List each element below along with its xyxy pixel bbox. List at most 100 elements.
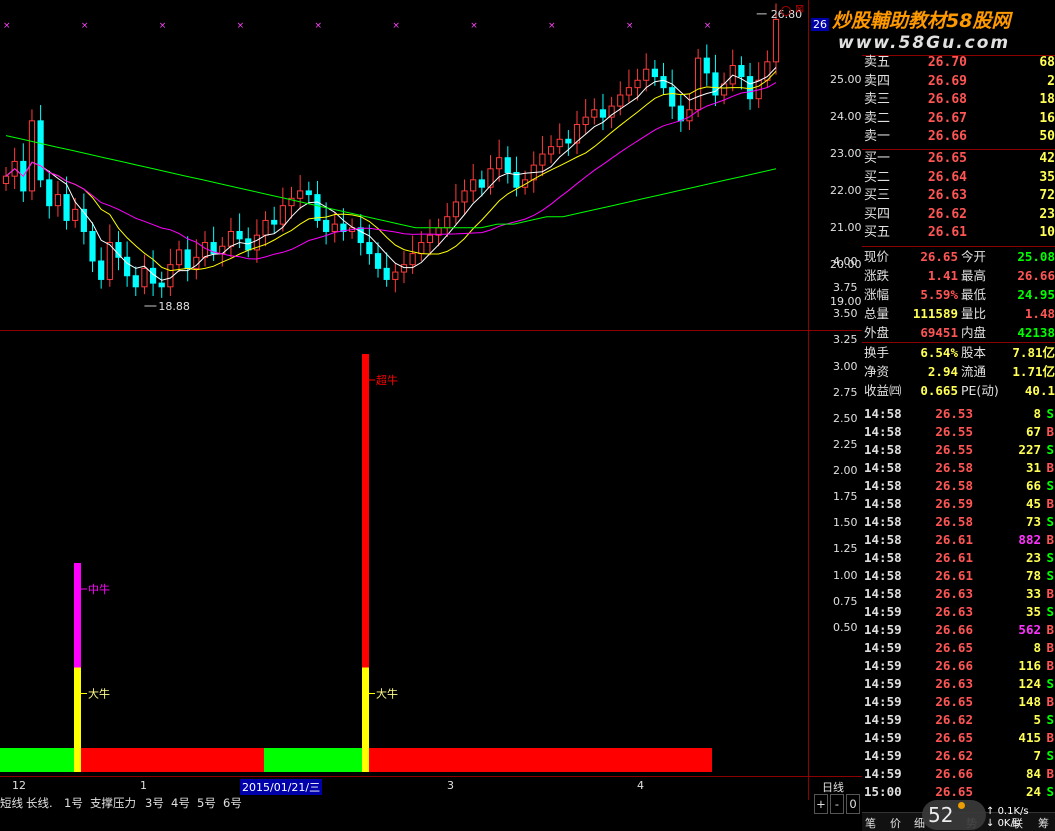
quote-row: 现价 26.65 今开 25.08 [862, 248, 1055, 266]
bid-level: 买三 [864, 188, 891, 203]
tick-row: 14:59 26.62 7 S [862, 747, 1055, 765]
candle-body [426, 234, 434, 244]
tick-price: 26.63 [935, 604, 973, 619]
tick-row: 14:59 26.63 124 S [862, 675, 1055, 693]
tick-price: 26.66 [935, 658, 973, 673]
reset-button[interactable]: 0 [846, 794, 860, 814]
tick-volume: 66 [1025, 478, 1041, 493]
tick-price: 26.61 [935, 568, 973, 583]
bid-volume: 35 [1039, 169, 1055, 185]
period-label[interactable]: 日线 [822, 779, 844, 795]
tick-volume: 31 [1025, 460, 1041, 475]
ask-row[interactable]: 卖二 26.67 16 [862, 110, 1055, 128]
candle-body [314, 194, 321, 221]
bid-row[interactable]: 买一 26.65 42 [862, 150, 1055, 168]
tick-side: B [1046, 694, 1054, 709]
cpu-badge: 52 [928, 803, 954, 827]
candle-body [444, 216, 451, 229]
bid-price: 26.65 [927, 151, 967, 166]
zoom-out-button[interactable]: - [830, 794, 844, 814]
signal-marker: × [314, 21, 322, 31]
candle-body [478, 179, 485, 188]
x-axis-line [0, 776, 862, 777]
ask-row[interactable]: 卖一 26.66 50 [862, 128, 1055, 146]
tab-6[interactable]: 6号 [223, 794, 242, 812]
signal-marker: × [3, 21, 11, 31]
candle-body [63, 194, 70, 221]
tick-side: B [1046, 640, 1054, 655]
tick-row: 14:58 26.55 227 S [862, 441, 1055, 459]
tab-4[interactable]: 4号 [171, 794, 190, 812]
bid-row[interactable]: 买三 26.63 72 [862, 187, 1055, 205]
tick-price: 26.65 [935, 730, 973, 745]
candle-body [132, 275, 139, 288]
quote-label: 最高 [961, 268, 987, 283]
ask-volume: 18 [1039, 92, 1055, 107]
tick-price: 26.59 [935, 496, 973, 511]
price-tick: 22.00 [830, 183, 862, 197]
signal-bar [74, 563, 81, 668]
ask-level: 卖五 [864, 55, 891, 70]
pane-divider[interactable] [0, 330, 862, 331]
ask-row[interactable]: 卖五 26.70 68 [862, 54, 1055, 72]
tab-support-resistance[interactable]: 支撑压力 [90, 794, 136, 812]
ask-volume: 2 [1047, 73, 1055, 89]
tick-volume: 84 [1025, 766, 1041, 781]
candle-body [72, 208, 79, 221]
tick-time: 14:59 [864, 730, 902, 745]
ask-row[interactable]: 卖四 26.69 2 [862, 73, 1055, 91]
tick-side: B [1046, 496, 1054, 511]
candle-body [617, 94, 624, 107]
quote-row: 涨跌 1.41 最高 26.66 [862, 267, 1055, 285]
tick-volume: 23 [1025, 550, 1041, 565]
candle-body [582, 116, 589, 126]
indicator-chart[interactable]: 大牛 中牛大牛 超牛 [0, 330, 862, 800]
ask-level: 卖一 [864, 129, 891, 144]
tick-volume: 8 [1033, 640, 1041, 655]
candle-body [452, 201, 459, 218]
tick-row: 14:58 26.63 33 B [862, 585, 1055, 603]
zoom-in-button[interactable]: + [814, 794, 828, 814]
bid-row[interactable]: 买五 26.61 10 [862, 224, 1055, 242]
tab-bi[interactable]: 笔 [865, 815, 876, 831]
close-icon[interactable]: ⊠ [795, 2, 804, 15]
ask-row[interactable]: 卖三 26.68 18 [862, 91, 1055, 109]
tab-5[interactable]: 5号 [197, 794, 216, 812]
quote-panel: 卖五 26.70 68 卖四 26.69 2 卖三 26.68 18 卖二 26… [862, 0, 1055, 831]
tick-volume: 35 [1025, 604, 1041, 619]
tab-long-line[interactable]: 长线. [26, 794, 53, 812]
tab-jia[interactable]: 价 [890, 815, 901, 831]
tick-volume: 562 [1018, 622, 1041, 637]
signal-marker: × [159, 21, 167, 31]
tab-chou[interactable]: 筹 [1038, 815, 1049, 831]
tick-time: 14:58 [864, 586, 902, 601]
circle-icon[interactable] [781, 6, 791, 16]
chart-area[interactable]: 26.80 18.88 × × × × × × × × × × 大牛 中牛 大牛 超牛 25.00 24.00… [0, 0, 862, 830]
bid-row[interactable]: 买二 26.64 35 [862, 169, 1055, 187]
x-tick: 12 [12, 779, 26, 792]
tab-3[interactable]: 3号 [145, 794, 164, 812]
candle-body [695, 57, 702, 111]
candle-body [625, 87, 633, 96]
bid-volume: 42 [1039, 151, 1055, 166]
tick-price: 26.61 [935, 532, 973, 547]
bid-row[interactable]: 买四 26.62 23 [862, 206, 1055, 224]
network-widget[interactable]: 52 [922, 800, 986, 830]
tick-volume: 24 [1025, 784, 1041, 799]
candle-body [470, 179, 477, 192]
candle-body [297, 190, 304, 199]
tick-row: 14:59 26.66 562 B [862, 621, 1055, 639]
candle-body [46, 179, 53, 207]
tab-1[interactable]: 1号 [64, 794, 83, 812]
price-tick: 23.00 [830, 147, 862, 161]
tick-price: 26.62 [935, 748, 973, 763]
candle-body [643, 68, 650, 81]
quote-label: 最低 [961, 287, 987, 302]
tick-time: 14:58 [864, 496, 902, 511]
quote-value: 24.95 [1017, 287, 1055, 302]
tick-time: 14:58 [864, 424, 902, 439]
kline-chart[interactable]: 26.8018.88× × × × × × × × × × [0, 0, 862, 330]
tab-short-line[interactable]: 短线 [0, 794, 23, 812]
ask-price: 26.67 [927, 110, 967, 126]
candle-body [669, 87, 676, 107]
